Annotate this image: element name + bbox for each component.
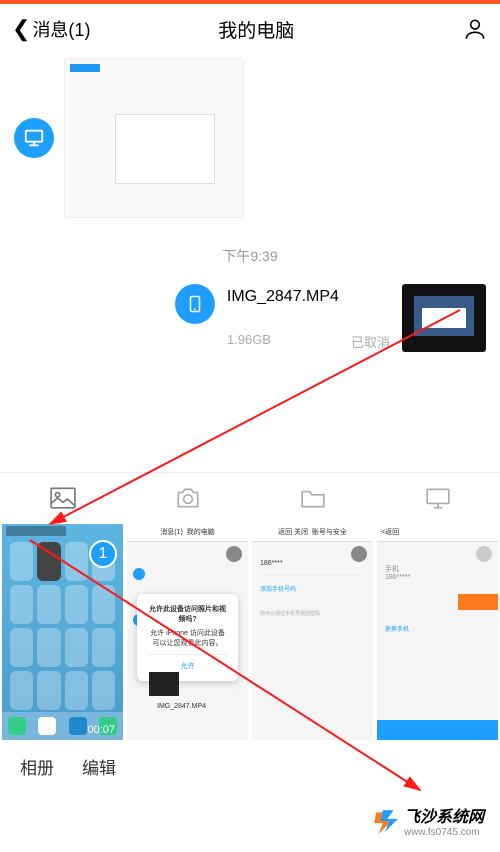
edit-button[interactable]: 编辑 [82,754,116,779]
screenshot-bubble[interactable] [64,58,244,218]
page-title: 我的电脑 [50,16,462,43]
bottom-bar: 相册 编辑 [0,742,500,790]
thumb-window [115,114,215,184]
file-message[interactable]: IMG_2847.MP4 1.96GB 已取消 [227,284,486,352]
album-button[interactable]: 相册 [20,754,54,779]
watermark-logo-icon [372,808,398,834]
message-from-phone: IMG_2847.MP4 1.96GB 已取消 [14,284,486,352]
chevron-left-icon: ❮ [12,16,30,42]
camera-icon [175,487,201,509]
monitor-icon [425,487,451,509]
tool-tabs [0,472,500,522]
permission-dialog: 允许此设备访问照片和视频吗? 允许 iPhone 访问此设备可以让您观看此内容。… [137,594,238,681]
file-size: 1.96GB [227,332,271,351]
chat-area: 下午9:39 IMG_2847.MP4 1.96GB 已取消 [0,58,500,472]
tab-camera[interactable] [125,487,250,509]
video-duration: 00:07 [87,724,115,736]
message-from-pc [14,58,486,218]
header: ❮ 消息(1) 我的电脑 [0,4,500,54]
photo-icon [50,487,76,509]
tab-folder[interactable] [250,487,375,509]
phone-avatar[interactable] [175,284,215,324]
picker-thumb-3[interactable]: 返回 关闭 账号与安全 186**** 添加手机号码 你可以通过手机号找回密码 [252,524,373,740]
file-name: IMG_2847.MP4 [227,288,390,306]
monitor-icon [23,127,45,149]
phone-icon [186,293,204,315]
watermark-name: 飞沙系统网 [404,809,484,826]
tab-photo[interactable] [0,487,125,509]
picker-thumb-2[interactable]: 消息(1) 我的电脑 允许此设备访问照片和视频吗? 允许 iPhone 访问此设… [127,524,248,740]
profile-icon[interactable] [462,16,488,42]
tab-monitor[interactable] [375,487,500,509]
picker-thumb-4[interactable]: <返回 手机186***** 更换手机 [377,524,498,740]
video-thumbnail [402,284,486,352]
watermark: 飞沙系统网 www.fs0745.com [366,799,490,842]
pc-avatar[interactable] [14,118,54,158]
photo-picker-row: 1 00:07 消息(1) 我的电脑 允许此设备访问照片和视频吗? 允许 iPh… [0,522,500,742]
folder-icon [300,487,326,509]
timestamp: 下午9:39 [14,246,486,266]
file-status: 已取消 [351,332,390,351]
picker-thumb-1[interactable]: 1 00:07 [2,524,123,740]
selection-badge: 1 [89,540,117,568]
thumb-accent [70,64,100,72]
watermark-url: www.fs0745.com [404,827,484,838]
file-info: IMG_2847.MP4 1.96GB 已取消 [227,284,390,351]
